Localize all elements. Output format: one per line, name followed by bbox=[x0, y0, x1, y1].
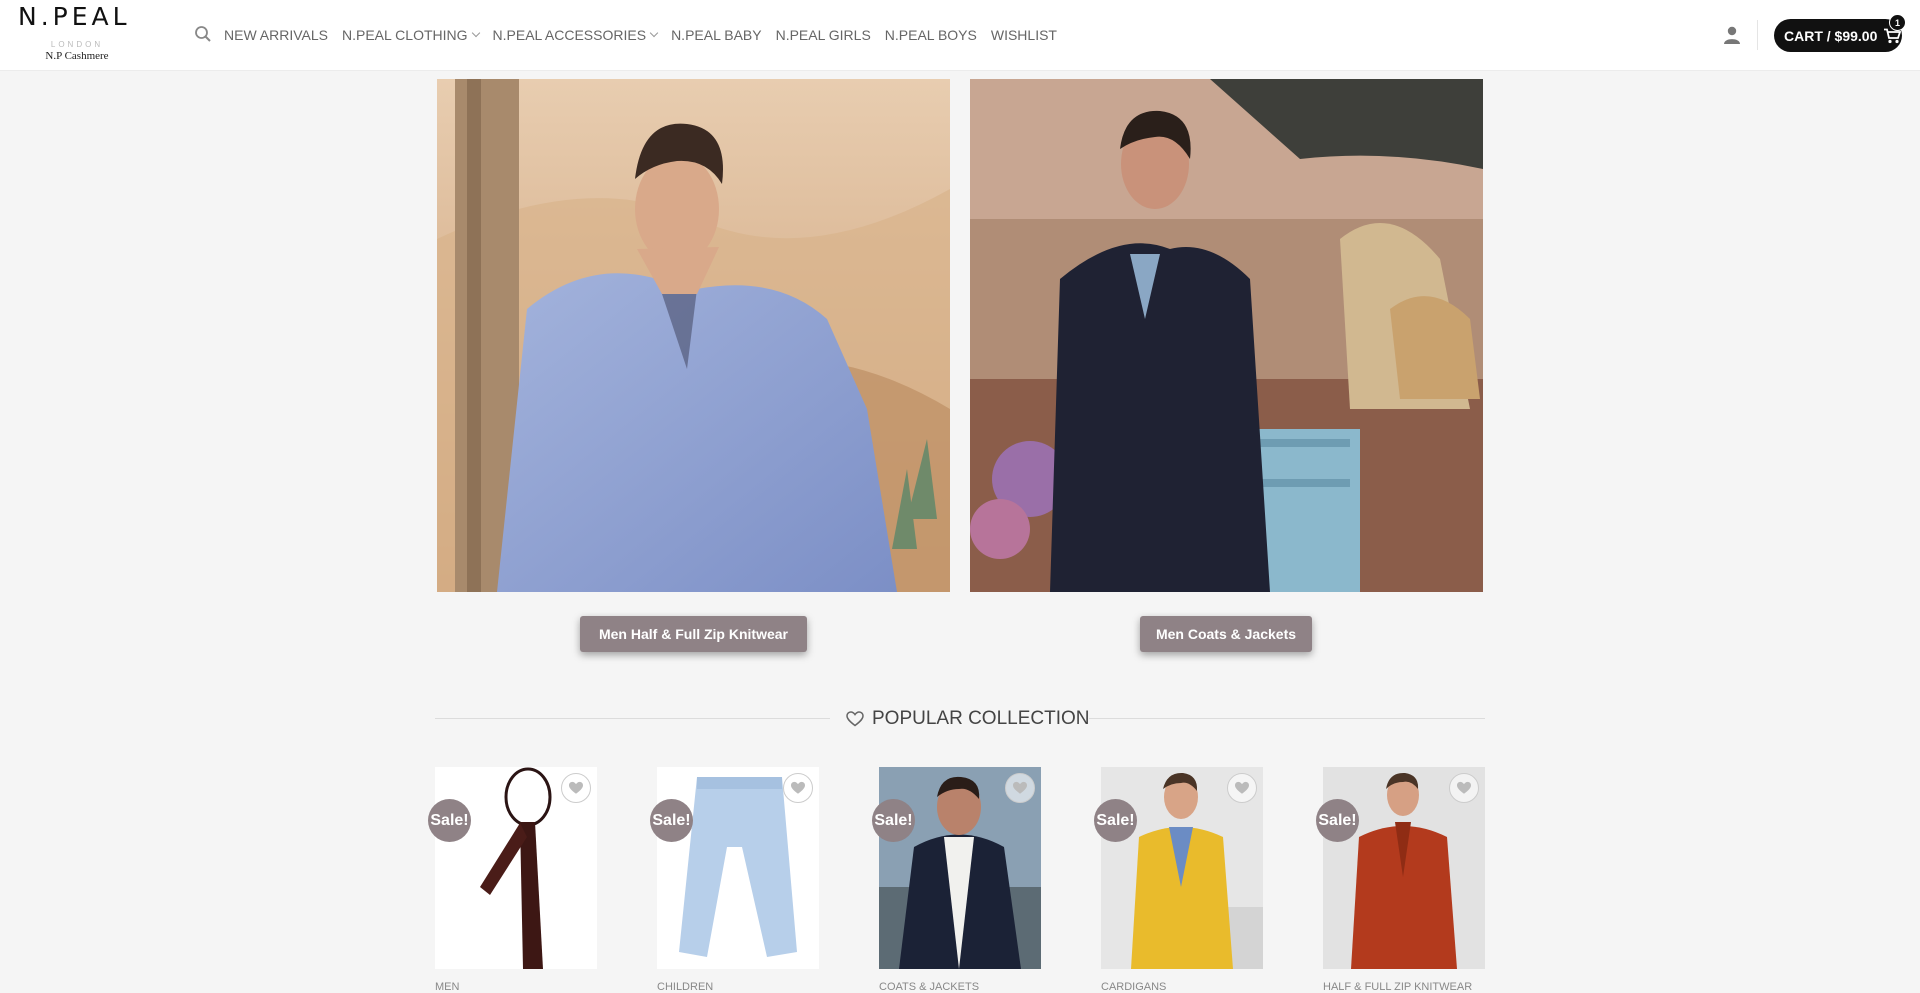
nav-label: N.PEAL BOYS bbox=[884, 27, 977, 43]
product-image[interactable] bbox=[657, 767, 819, 969]
sale-badge: Sale! bbox=[650, 799, 693, 842]
product-category[interactable]: CHILDREN bbox=[657, 981, 819, 993]
section-title-text: POPULAR COLLECTION bbox=[872, 708, 1090, 729]
product-image[interactable] bbox=[879, 767, 1041, 969]
sale-badge: Sale! bbox=[428, 799, 471, 842]
product-card[interactable]: Sale! CARDIGANS bbox=[1094, 767, 1263, 993]
wishlist-heart-button[interactable] bbox=[1449, 773, 1479, 803]
wishlist-heart-button[interactable] bbox=[561, 773, 591, 803]
chevron-down-icon bbox=[649, 28, 659, 38]
wishlist-heart-button[interactable] bbox=[1227, 773, 1257, 803]
wishlist-heart-button[interactable] bbox=[783, 773, 813, 803]
section-divider-right bbox=[1089, 718, 1485, 719]
user-icon[interactable] bbox=[1722, 25, 1742, 45]
logo-tagline: N.P Cashmere bbox=[45, 50, 109, 62]
product-card[interactable]: Sale! CHILDREN bbox=[650, 767, 819, 993]
sale-badge: Sale! bbox=[1316, 799, 1359, 842]
search-icon[interactable] bbox=[194, 25, 214, 45]
product-card[interactable]: Sale! COATS & JACKETS bbox=[872, 767, 1041, 993]
header-divider bbox=[1757, 20, 1758, 50]
nav-label: N.PEAL GIRLS bbox=[775, 27, 871, 43]
nav-baby[interactable]: N.PEAL BABY bbox=[671, 27, 762, 43]
product-card[interactable]: Sale! HALF & FULL ZIP KNITWEAR bbox=[1316, 767, 1485, 993]
site-logo[interactable]: N.PEAL LONDON N.P Cashmere bbox=[18, 2, 148, 68]
banner-image-coats[interactable] bbox=[970, 79, 1483, 592]
product-category[interactable]: MEN bbox=[435, 981, 597, 993]
nav-new-arrivals[interactable]: NEW ARRIVALS bbox=[224, 27, 328, 43]
logo-subtitle: LONDON bbox=[50, 40, 104, 49]
section-divider-left bbox=[435, 718, 830, 719]
nav-label: WISHLIST bbox=[990, 27, 1057, 43]
nav-girls[interactable]: N.PEAL GIRLS bbox=[776, 27, 871, 43]
sale-badge: Sale! bbox=[872, 799, 915, 842]
product-image[interactable] bbox=[435, 767, 597, 969]
nav-boys[interactable]: N.PEAL BOYS bbox=[885, 27, 977, 43]
product-category[interactable]: COATS & JACKETS bbox=[879, 981, 1041, 993]
nav-accessories[interactable]: N.PEAL ACCESSORIES bbox=[492, 27, 659, 43]
sale-badge: Sale! bbox=[1094, 799, 1137, 842]
site-header: N.PEAL LONDON N.P Cashmere NEW ARRIVALS … bbox=[0, 0, 1920, 71]
logo-wordmark: N.PEAL bbox=[18, 2, 131, 31]
nav-clothing[interactable]: N.PEAL CLOTHING bbox=[342, 27, 480, 43]
coats-jackets-button[interactable]: Men Coats & Jackets bbox=[1140, 616, 1312, 652]
cart-label: CART / $99.00 bbox=[1784, 27, 1878, 44]
section-title: POPULAR COLLECTION bbox=[846, 705, 1090, 733]
half-zip-knitwear-button[interactable]: Men Half & Full Zip Knitwear bbox=[580, 616, 807, 652]
product-image[interactable] bbox=[1323, 767, 1485, 969]
cart-count-badge: 1 bbox=[1889, 14, 1906, 31]
product-category[interactable]: HALF & FULL ZIP KNITWEAR bbox=[1323, 981, 1485, 993]
nav-label: N.PEAL BABY bbox=[671, 27, 762, 43]
product-image[interactable] bbox=[1101, 767, 1263, 969]
nav-label: N.PEAL CLOTHING bbox=[342, 27, 468, 43]
heart-icon bbox=[846, 711, 864, 727]
nav-wishlist[interactable]: WISHLIST bbox=[991, 27, 1057, 43]
product-card[interactable]: Sale! MEN bbox=[428, 767, 597, 993]
nav-label: NEW ARRIVALS bbox=[224, 27, 328, 43]
main-nav: NEW ARRIVALS N.PEAL CLOTHING N.PEAL ACCE… bbox=[194, 0, 1071, 70]
product-category[interactable]: CARDIGANS bbox=[1101, 981, 1263, 993]
banner-image-half-zip[interactable] bbox=[437, 79, 950, 592]
chevron-down-icon bbox=[471, 28, 480, 38]
cart-button[interactable]: CART / $99.00 bbox=[1774, 19, 1902, 52]
nav-label: N.PEAL ACCESSORIES bbox=[492, 27, 647, 43]
wishlist-heart-button[interactable] bbox=[1005, 773, 1035, 803]
